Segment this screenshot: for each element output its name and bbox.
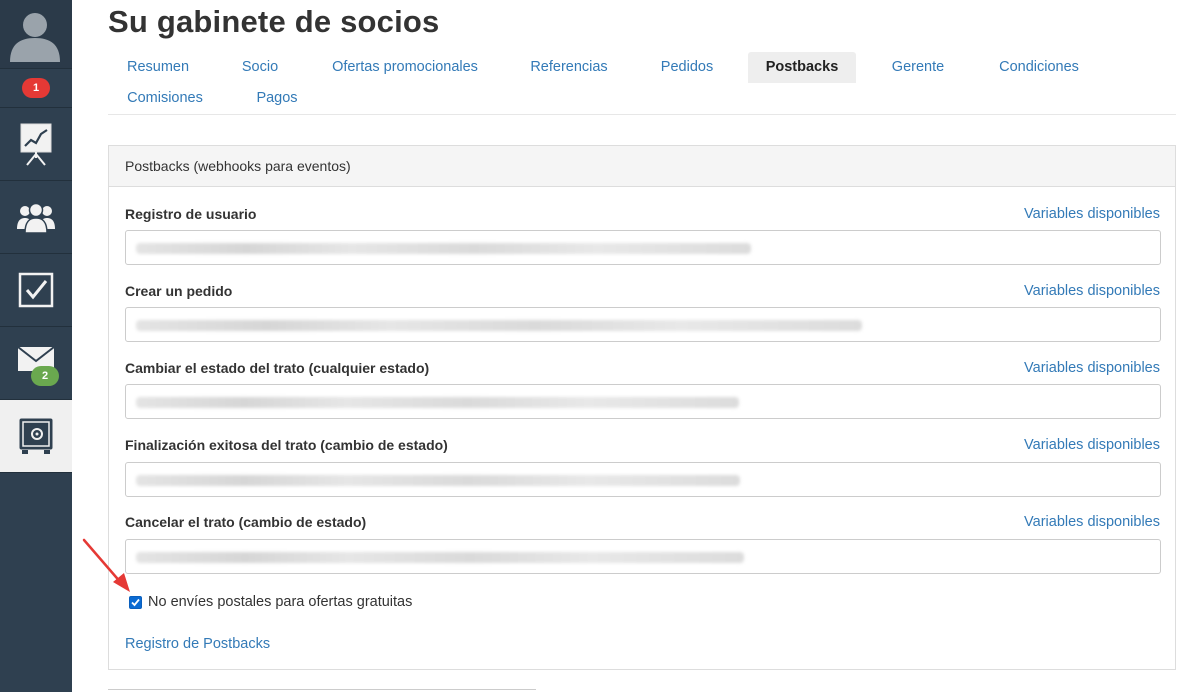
messages-badge: 2: [31, 366, 59, 386]
free-offers-checkbox-row[interactable]: No envíes postales para ofertas gratuita…: [129, 593, 412, 611]
redacted-url: [136, 243, 751, 254]
input-finalizacion-exitosa[interactable]: [125, 462, 1161, 497]
tab-condiciones[interactable]: Condiciones: [985, 52, 1093, 83]
variables-link-crear-pedido[interactable]: Variables disponibles: [1024, 283, 1160, 299]
page-title: Su gabinete de socios: [108, 4, 440, 39]
postbacks-panel: Postbacks (webhooks para eventos) Regist…: [108, 145, 1176, 670]
variables-link-cancelar-trato[interactable]: Variables disponibles: [1024, 514, 1160, 530]
tab-pagos[interactable]: Pagos: [241, 83, 313, 114]
field-label-cancelar-trato: Cancelar el trato (cambio de estado): [125, 514, 367, 530]
input-crear-pedido[interactable]: [125, 307, 1161, 342]
statistics-chart-icon: [20, 123, 52, 166]
tab-gerente[interactable]: Gerente: [878, 52, 958, 83]
redacted-url: [136, 475, 740, 486]
checkmark-icon: [131, 598, 140, 606]
user-avatar[interactable]: [0, 0, 72, 69]
sidebar-item-users[interactable]: [0, 181, 72, 254]
tab-ofertas-promocionales[interactable]: Ofertas promocionales: [320, 52, 490, 83]
variables-link-registro-usuario[interactable]: Variables disponibles: [1024, 206, 1160, 222]
sidebar-item-messages[interactable]: [0, 327, 72, 400]
panel-heading: Postbacks (webhooks para eventos): [109, 146, 1175, 187]
checkbox-tasks-icon: [18, 272, 54, 308]
input-cancelar-trato[interactable]: [125, 539, 1161, 574]
tab-referencias[interactable]: Referencias: [516, 52, 622, 83]
annotation-arrow-icon: [82, 538, 130, 592]
postbacks-log-link[interactable]: Registro de Postbacks: [125, 636, 270, 652]
free-offers-checkbox[interactable]: [129, 595, 142, 609]
tab-resumen[interactable]: Resumen: [108, 52, 208, 83]
variables-link-cambiar-estado[interactable]: Variables disponibles: [1024, 360, 1160, 376]
input-cambiar-estado[interactable]: [125, 384, 1161, 419]
tab-pedidos[interactable]: Pedidos: [643, 52, 731, 83]
user-silhouette-icon: [10, 13, 60, 62]
tab-comisiones[interactable]: Comisiones: [115, 83, 215, 114]
safe-icon: [19, 418, 53, 454]
divider: [108, 689, 536, 690]
tabs-bar: Resumen Socio Ofertas promocionales Refe…: [108, 52, 1176, 115]
tab-postbacks[interactable]: Postbacks: [748, 52, 856, 83]
notifications-row[interactable]: 1: [0, 69, 72, 108]
redacted-url: [136, 397, 739, 408]
notifications-badge: 1: [22, 78, 50, 98]
free-offers-checkbox-label[interactable]: No envíes postales para ofertas gratuita…: [148, 594, 412, 610]
field-label-registro-usuario: Registro de usuario: [125, 206, 257, 222]
sidebar-item-tasks[interactable]: [0, 254, 72, 327]
sidebar: 1 2: [0, 0, 72, 692]
redacted-url: [136, 320, 862, 331]
users-group-icon: [17, 202, 55, 233]
tab-socio[interactable]: Socio: [225, 52, 295, 83]
main-content: Su gabinete de socios Resumen Socio Ofer…: [108, 0, 1176, 692]
redacted-url: [136, 552, 744, 563]
field-label-crear-pedido: Crear un pedido: [125, 283, 233, 299]
sidebar-item-partner-cabinet[interactable]: [0, 400, 72, 473]
sidebar-item-statistics[interactable]: [0, 108, 72, 181]
field-label-cambiar-estado: Cambiar el estado del trato (cualquier e…: [125, 360, 430, 376]
field-label-finalizacion-exitosa: Finalización exitosa del trato (cambio d…: [125, 437, 448, 453]
input-registro-usuario[interactable]: [125, 230, 1161, 265]
variables-link-finalizacion-exitosa[interactable]: Variables disponibles: [1024, 437, 1160, 453]
